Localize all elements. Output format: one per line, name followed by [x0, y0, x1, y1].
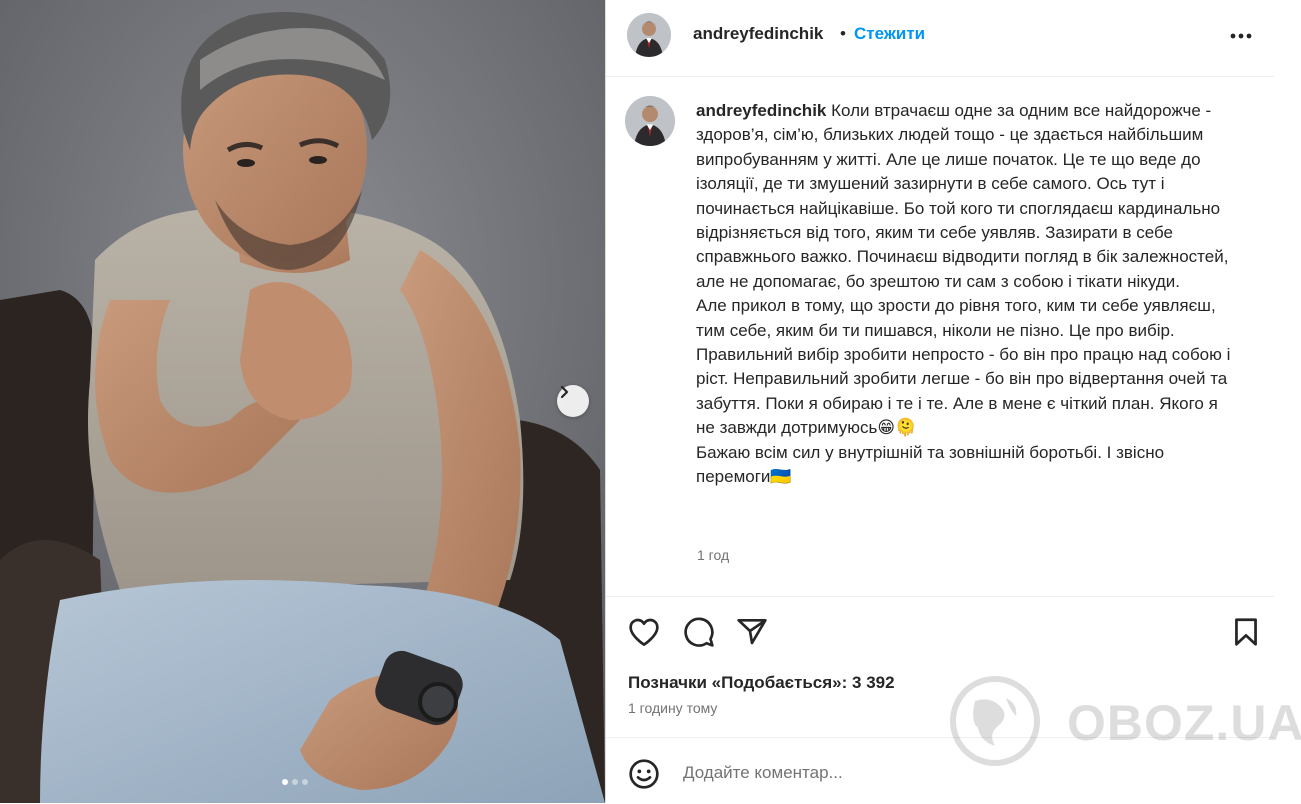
- post-details-panel: andreyfedinchik • Стежити andreyfedinchi…: [605, 0, 1274, 803]
- heart-icon[interactable]: [628, 617, 660, 647]
- caption-paragraph-3: Бажаю всім сил у внутрішній та зовнішній…: [696, 442, 1165, 487]
- chevron-right-icon: [560, 385, 569, 399]
- comment-input[interactable]: [681, 760, 1205, 786]
- caption-timestamp[interactable]: 1 год: [697, 547, 729, 563]
- portrait-illustration: [0, 0, 605, 803]
- comment-bubble-icon[interactable]: [683, 616, 715, 648]
- more-horizontal-icon[interactable]: [1230, 33, 1252, 39]
- post-header: andreyfedinchik • Стежити: [606, 0, 1274, 77]
- caption-avatar[interactable]: [625, 96, 675, 146]
- follow-button[interactable]: Стежити: [854, 24, 925, 44]
- carousel-dot: [292, 779, 298, 785]
- carousel-dot: [302, 779, 308, 785]
- post-caption: andreyfedinchik Коли втрачаєш одне за од…: [696, 99, 1241, 490]
- caption-username[interactable]: andreyfedinchik: [696, 101, 826, 120]
- separator-dot: •: [840, 24, 846, 43]
- bookmark-icon[interactable]: [1232, 617, 1260, 647]
- caption-paragraph-1: andreyfedinchik Коли втрачаєш одне за од…: [696, 99, 1241, 294]
- likes-count[interactable]: Позначки «Подобається»: 3 392: [628, 673, 895, 693]
- divider: [606, 596, 1274, 597]
- caption-text: Коли втрачаєш одне за одним все найдорож…: [696, 101, 1229, 291]
- avatar[interactable]: [627, 13, 671, 57]
- post-photo[interactable]: [0, 0, 605, 803]
- header-username[interactable]: andreyfedinchik: [693, 24, 823, 44]
- send-paper-plane-icon[interactable]: [736, 616, 768, 646]
- avatar-image: [627, 13, 671, 57]
- carousel-indicator: [282, 779, 308, 785]
- post-timestamp[interactable]: 1 годину тому: [628, 700, 717, 716]
- carousel-dot-active: [282, 779, 288, 785]
- avatar-image: [625, 96, 675, 146]
- smiley-icon[interactable]: [628, 758, 660, 790]
- carousel-next-button[interactable]: [557, 385, 589, 417]
- comment-bar: [606, 737, 1274, 804]
- caption-paragraph-2: Але прикол в тому, що зрости до рівня то…: [696, 296, 1231, 438]
